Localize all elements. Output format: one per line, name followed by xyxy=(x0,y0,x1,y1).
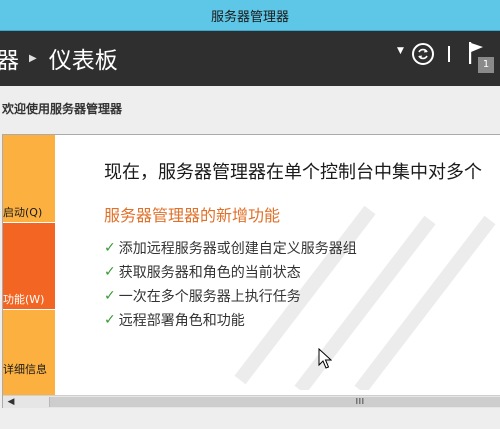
feature-list: ✓ 添加远程服务器或创建自定义服务器组 ✓ 获取服务器和角色的当前状态 ✓ 一次… xyxy=(104,236,357,332)
horizontal-scrollbar[interactable]: ◀ xyxy=(3,395,500,408)
breadcrumb-root[interactable]: 器 xyxy=(0,41,19,75)
mouse-cursor-icon xyxy=(318,348,332,369)
chevron-right-icon: ▶ xyxy=(29,52,37,64)
feature-text: 获取服务器和角色的当前状态 xyxy=(118,265,301,281)
learn-more-tile[interactable] xyxy=(3,310,55,395)
notification-count-badge: 1 xyxy=(478,57,494,73)
dropdown-arrow-icon[interactable]: ▼ xyxy=(397,46,404,56)
scroll-left-icon[interactable]: ◀ xyxy=(5,396,17,408)
learn-more-label: 详细信息 xyxy=(3,363,47,376)
checkmark-icon: ✓ xyxy=(104,312,116,328)
feature-text: 远程部署角色和功能 xyxy=(118,313,245,329)
header-divider xyxy=(448,46,450,62)
quick-start-label: 启动(Q) xyxy=(3,206,43,219)
breadcrumb-current: 仪表板 xyxy=(48,48,118,74)
refresh-icon xyxy=(418,48,428,60)
refresh-button[interactable] xyxy=(412,43,434,65)
welcome-section-label: 欢迎使用服务器管理器 xyxy=(2,102,123,116)
list-item[interactable]: ✓ 获取服务器和角色的当前状态 xyxy=(104,260,357,284)
whats-new-subtitle: 服务器管理器的新增功能 xyxy=(104,206,281,225)
checkmark-icon: ✓ xyxy=(104,264,116,280)
grip-icon xyxy=(356,398,364,404)
whats-new-label: 功能(W) xyxy=(3,293,45,306)
scrollbar-thumb[interactable] xyxy=(49,397,500,407)
checkmark-icon: ✓ xyxy=(104,240,116,256)
window-title: 服务器管理器 xyxy=(210,9,289,25)
welcome-headline: 现在，服务器管理器在单个控制台中集中对多个 xyxy=(104,162,482,183)
breadcrumb: 器 ▶ 仪表板 xyxy=(0,41,118,75)
list-item[interactable]: ✓ 添加远程服务器或创建自定义服务器组 xyxy=(104,236,357,260)
list-item[interactable]: ✓ 一次在多个服务器上执行任务 xyxy=(104,284,357,308)
feature-text: 添加远程服务器或创建自定义服务器组 xyxy=(118,241,357,257)
list-item[interactable]: ✓ 远程部署角色和功能 xyxy=(104,308,357,332)
window-title-bar: 服务器管理器 xyxy=(0,0,500,31)
feature-text: 一次在多个服务器上执行任务 xyxy=(118,289,301,305)
checkmark-icon: ✓ xyxy=(104,288,116,304)
